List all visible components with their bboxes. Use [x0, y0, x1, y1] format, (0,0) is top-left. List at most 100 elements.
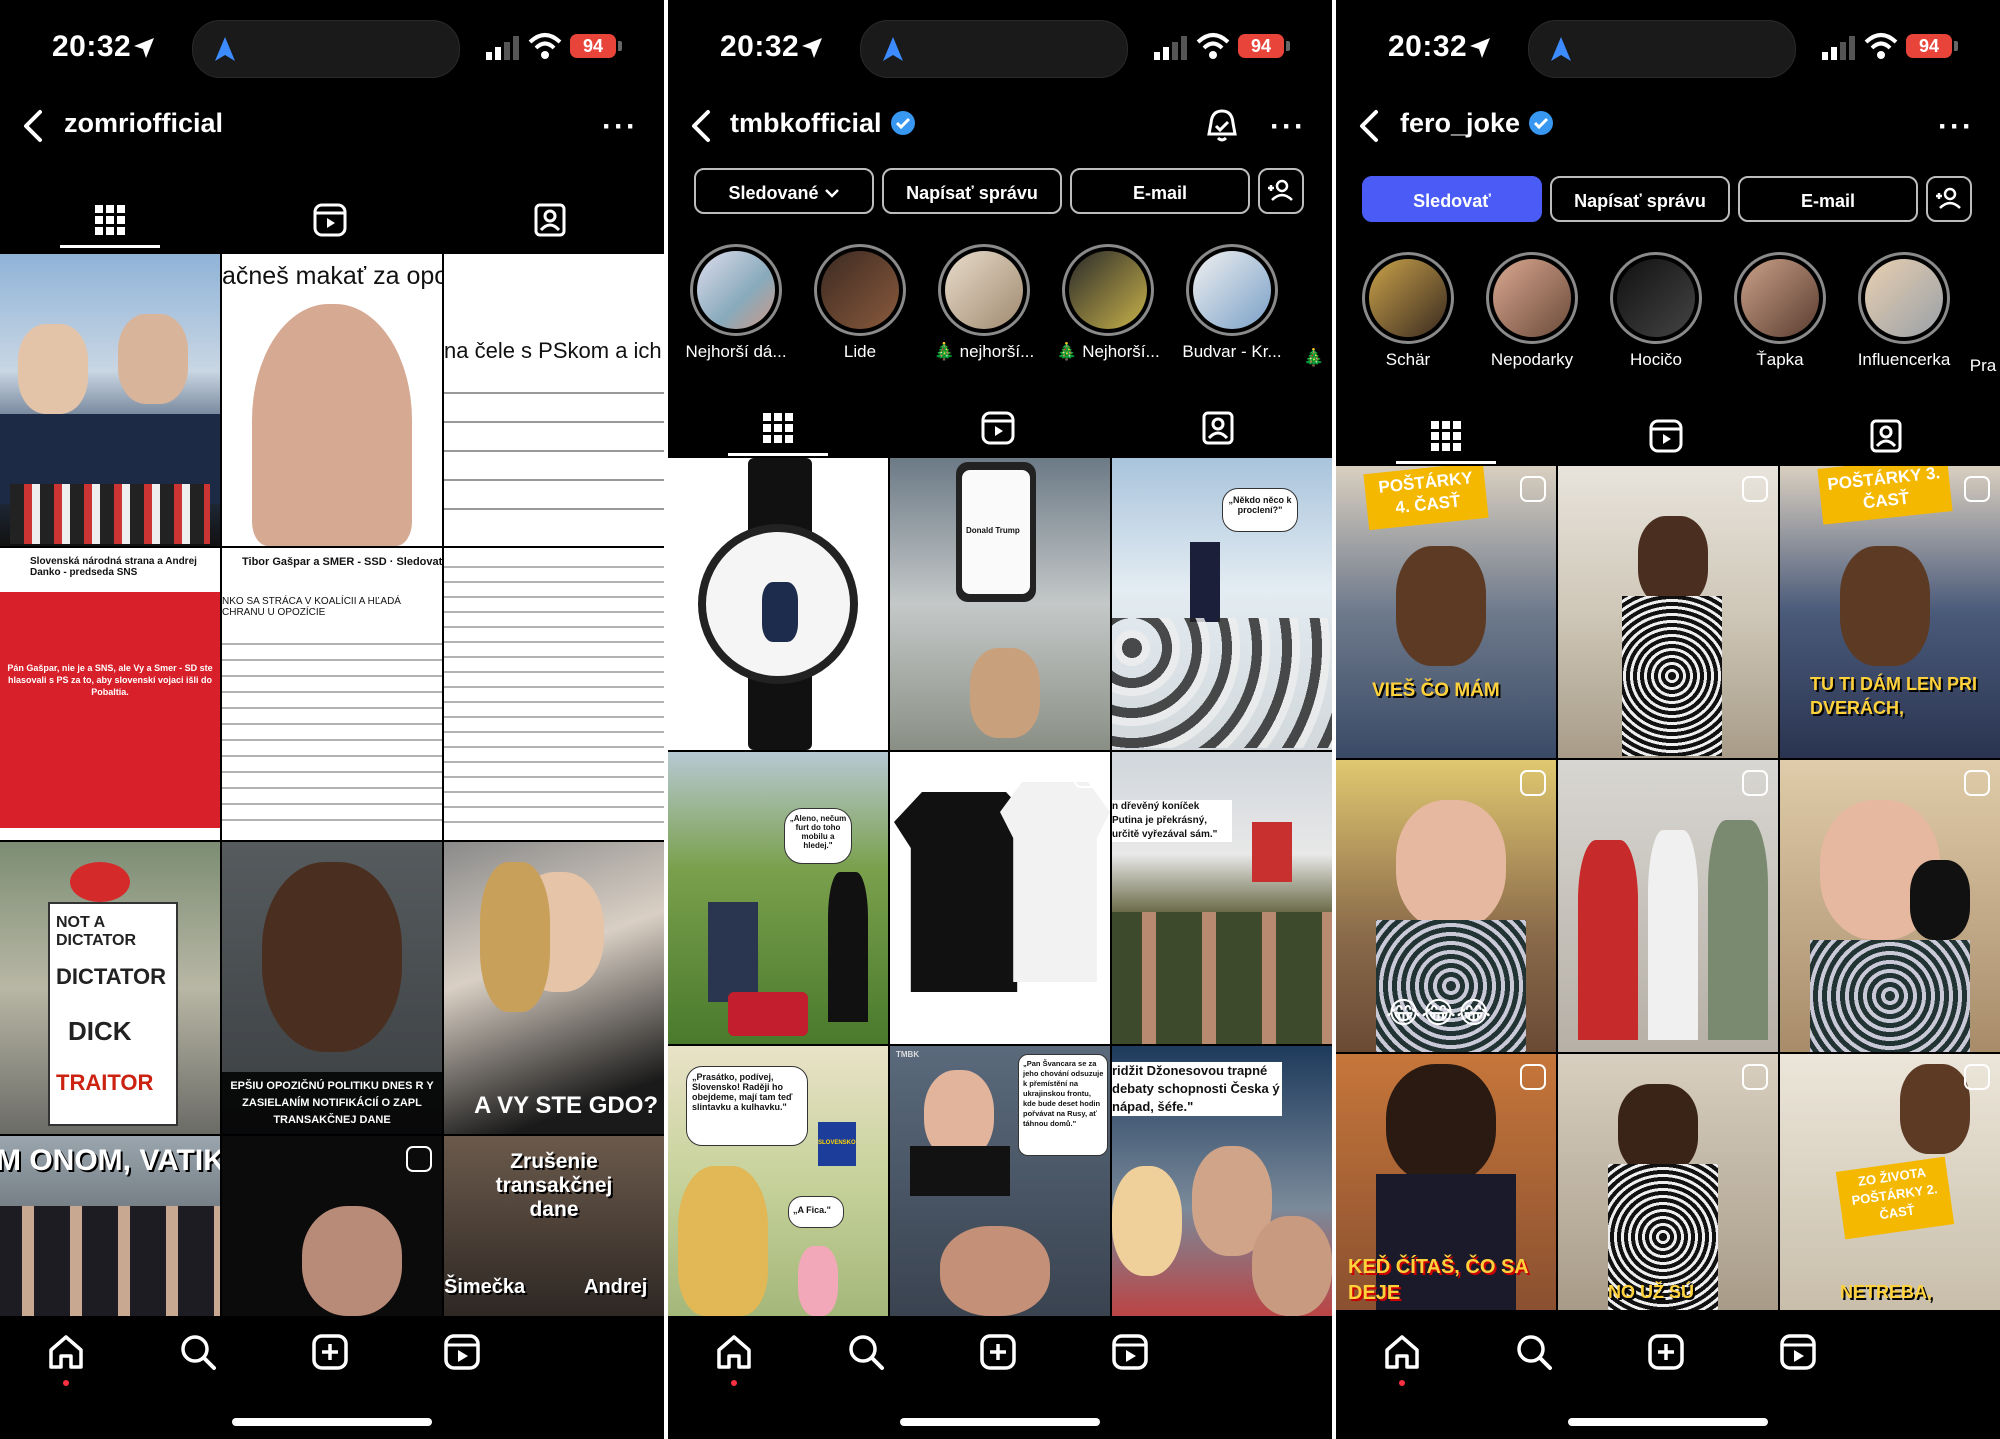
back-arrow-icon[interactable]	[1350, 104, 1390, 148]
story-highlight[interactable]: Ťapka	[1718, 252, 1842, 370]
back-arrow-icon[interactable]	[14, 104, 54, 148]
grid-post[interactable]: Zrušenie transakčnej dane Šimečka Andrej	[444, 1136, 664, 1316]
grid-post[interactable]: n dřevěný koníček Putina je překrásný, u…	[1112, 752, 1332, 1044]
bell-icon[interactable]	[1202, 106, 1242, 146]
grid-post[interactable]: Slovenská národná strana a Andrej Danko …	[0, 548, 220, 840]
tab-reels[interactable]	[1556, 404, 1776, 464]
status-time: 20:32	[52, 30, 132, 63]
grid-post[interactable]	[222, 1136, 442, 1316]
battery-indicator: 94	[1906, 34, 1952, 58]
grid-post[interactable]: TMBK „Pan Švancara se za jeho chování od…	[890, 1046, 1110, 1316]
reels-nav-icon	[444, 1334, 480, 1370]
follow-button[interactable]: Sledovať	[1362, 176, 1542, 222]
story-highlight[interactable]: Influencerka	[1842, 252, 1966, 370]
grid-post[interactable]: M ONOM, VATIK	[0, 1136, 220, 1316]
tab-reels[interactable]	[888, 396, 1108, 456]
title-banner: POŠTÁRKY 4. ČASŤ	[1363, 466, 1489, 531]
story-highlight[interactable]: 🎄 nejhorší...	[922, 244, 1046, 362]
story-highlight[interactable]: Budvar - Kr...	[1170, 244, 1294, 362]
nav-search[interactable]	[800, 1316, 932, 1386]
nav-home[interactable]	[668, 1316, 800, 1386]
nav-home[interactable]	[1336, 1316, 1468, 1386]
tab-reels[interactable]	[220, 188, 440, 248]
story-highlight[interactable]: 🎄	[1294, 244, 1332, 368]
tab-tagged[interactable]	[440, 188, 660, 248]
grid-post[interactable]: ridžit Džonesovou trapné debaty schopnos…	[1112, 1046, 1332, 1316]
tab-grid[interactable]	[0, 188, 220, 248]
dynamic-island	[1528, 20, 1796, 78]
grid-post[interactable]: KEĎ ČÍTAŠ, ČO SA DEJE	[1336, 1054, 1556, 1310]
home-indicator[interactable]	[232, 1418, 432, 1426]
grid-post[interactable]	[1558, 466, 1778, 758]
phone-screen-zomriofficial: 20:32 94 zomriofficial ··· ačneš makať z…	[0, 0, 664, 1439]
dynamic-island	[192, 20, 460, 78]
grid-post[interactable]	[1780, 760, 2000, 1052]
message-button[interactable]: Napísať správu	[882, 168, 1062, 214]
tab-tagged[interactable]	[1776, 404, 1996, 464]
story-highlight[interactable]: Hocičo	[1594, 252, 1718, 370]
grid-post[interactable]: „Někdo něco k proclení?"	[1112, 458, 1332, 750]
back-arrow-icon[interactable]	[682, 104, 722, 148]
grid-post[interactable]: 😂😂😂	[1336, 760, 1556, 1052]
microphones	[10, 484, 210, 544]
carousel-badge-icon	[1074, 762, 1100, 788]
sign-text: DICK	[68, 1016, 132, 1046]
story-highlight[interactable]: Nejhorší dá...	[674, 244, 798, 362]
post-caption: ZO ŽIVOTA POŠTÁRKY 2. ČASŤ	[1850, 1164, 1939, 1223]
email-button[interactable]: E-mail	[1738, 176, 1918, 222]
wig-hair	[1638, 516, 1708, 606]
story-ring	[1186, 244, 1278, 336]
grid-post[interactable]: „Prasátko, podívej, Slovensko! Raději ho…	[668, 1046, 888, 1316]
grid-post[interactable]: ZO ŽIVOTA POŠTÁRKY 2. ČASŤ NETREBA,	[1780, 1054, 2000, 1310]
add-person-button[interactable]	[1258, 168, 1304, 214]
nav-create[interactable]	[932, 1316, 1064, 1386]
dress	[1622, 596, 1722, 756]
grid-post[interactable]: NO UŽ SÚ	[1558, 1054, 1778, 1310]
following-button[interactable]: Sledované	[694, 168, 874, 214]
story-highlight[interactable]: Nepodarky	[1470, 252, 1594, 370]
grid-post[interactable]: na čele s PSkom a ich	[444, 254, 664, 546]
nav-home[interactable]	[0, 1316, 132, 1386]
story-highlight[interactable]: Lide	[798, 244, 922, 362]
tab-tagged[interactable]	[1108, 396, 1328, 456]
grid-post[interactable]: A VY STE GDO?	[444, 842, 664, 1134]
grid-post[interactable]: POŠTÁRKY 3. ČASŤ TU TI DÁM LEN PRI DVERÁ…	[1780, 466, 2000, 758]
nav-create[interactable]	[1600, 1316, 1732, 1386]
home-indicator[interactable]	[1568, 1418, 1768, 1426]
grid-post[interactable]	[668, 458, 888, 750]
grid-post[interactable]: POŠTÁRKY 4. ČASŤ VIEŠ ČO MÁM	[1336, 466, 1556, 758]
grid-post[interactable]: Donald Trump	[890, 458, 1110, 750]
add-person-button[interactable]	[1926, 176, 1972, 222]
story-highlight[interactable]: Schär	[1346, 252, 1470, 370]
nav-search[interactable]	[1468, 1316, 1600, 1386]
tab-grid[interactable]	[668, 396, 888, 456]
tab-grid[interactable]	[1336, 404, 1556, 464]
more-icon[interactable]: ···	[602, 110, 638, 144]
grid-post[interactable]: EPŠIU OPOZIČNÚ POLITIKU DNES R Y ZASIELA…	[222, 842, 442, 1134]
nav-reels[interactable]	[1064, 1316, 1196, 1386]
grid-post[interactable]: NOT A DICTATOR DICTATOR DICK TRAITOR	[0, 842, 220, 1134]
home-indicator[interactable]	[900, 1418, 1100, 1426]
message-button[interactable]: Napísať správu	[1550, 176, 1730, 222]
profile-tabs	[0, 188, 664, 248]
nav-search[interactable]	[132, 1316, 264, 1386]
bubble-text: „A Fica."	[793, 1205, 831, 1215]
nav-reels[interactable]	[396, 1316, 528, 1386]
more-icon[interactable]: ···	[1270, 110, 1306, 144]
grid-post[interactable]	[0, 254, 220, 546]
nav-reels[interactable]	[1732, 1316, 1864, 1386]
more-icon[interactable]: ···	[1938, 110, 1974, 144]
grid-post[interactable]: Tibor Gašpar a SMER - SSD · Sledovať NKO…	[222, 548, 442, 840]
nav-create[interactable]	[264, 1316, 396, 1386]
grid-post[interactable]: ačneš makať za opo	[222, 254, 442, 546]
chevron-down-icon	[824, 189, 839, 198]
grid-post[interactable]	[1558, 760, 1778, 1052]
email-button[interactable]: E-mail	[1070, 168, 1250, 214]
reel-badge-icon	[1520, 1064, 1546, 1090]
grid-post[interactable]	[444, 548, 664, 840]
story-highlight[interactable]: 🎄 Nejhorší...	[1046, 244, 1170, 362]
sign-text: TRAITOR	[56, 1070, 154, 1095]
grid-post[interactable]: „Aleno, nečum furt do toho mobilu a hled…	[668, 752, 888, 1044]
story-highlight[interactable]: Pra	[1966, 252, 2000, 376]
grid-post[interactable]	[890, 752, 1110, 1044]
